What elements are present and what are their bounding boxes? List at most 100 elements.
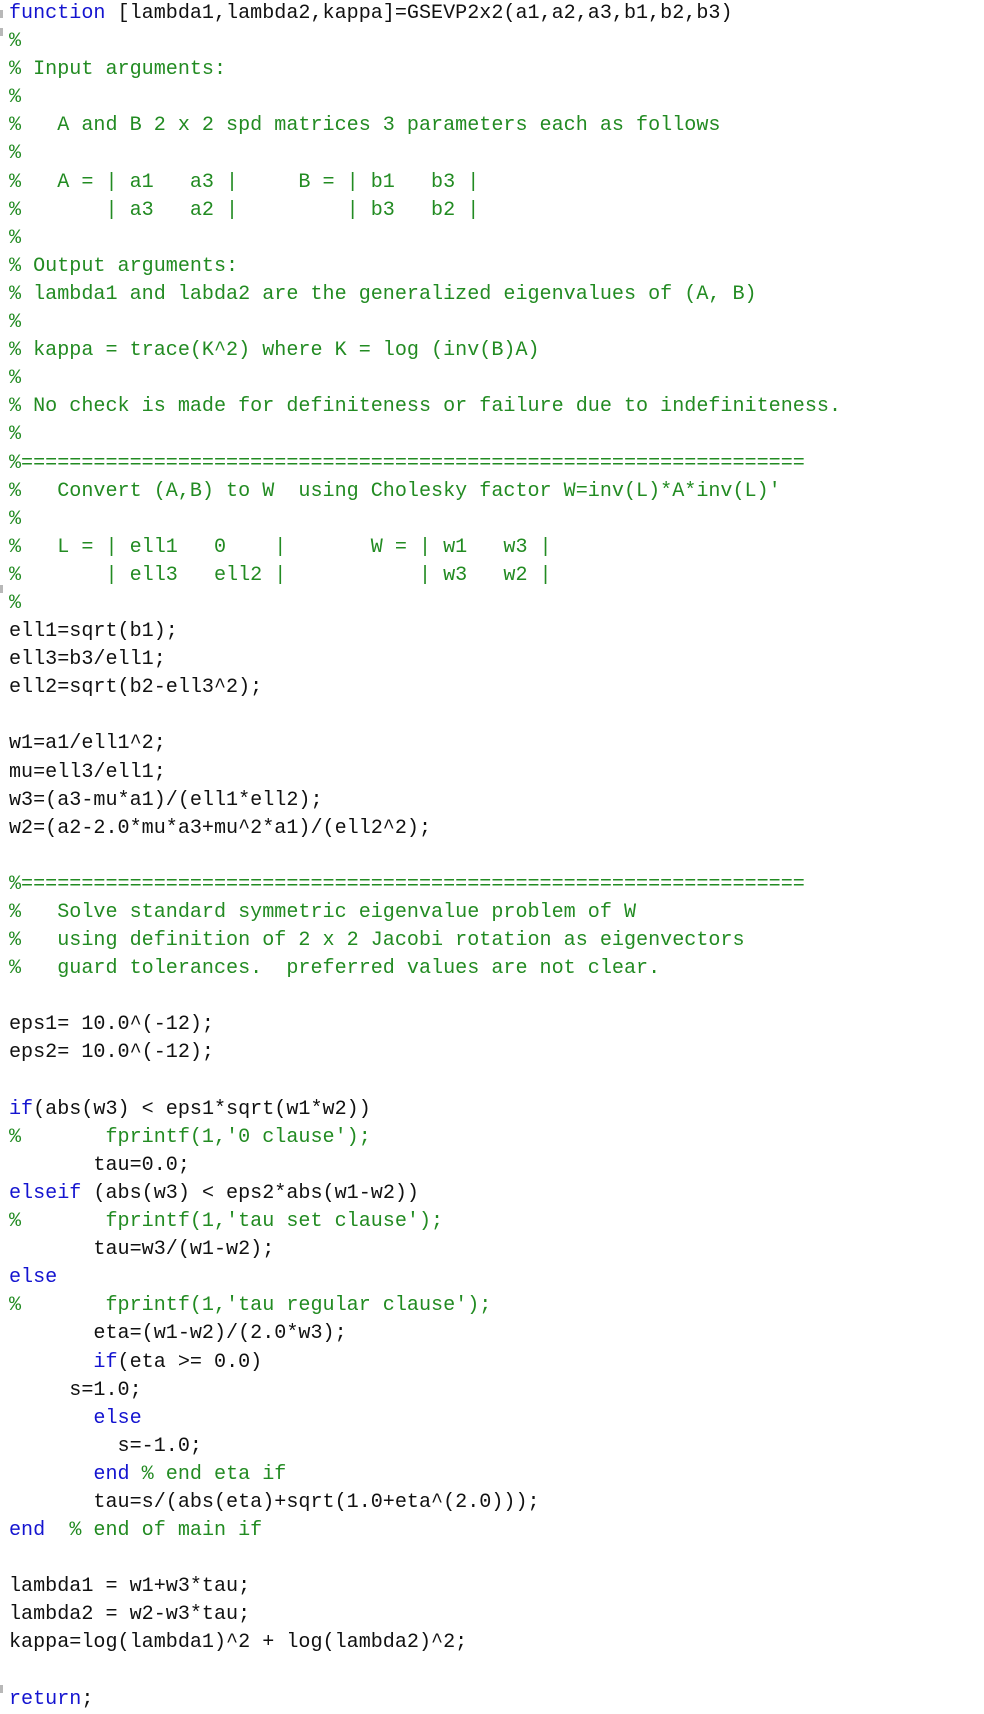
code-line[interactable]: % bbox=[9, 140, 841, 168]
code-line[interactable] bbox=[9, 702, 841, 730]
code-line[interactable]: % bbox=[9, 421, 841, 449]
code-line[interactable]: function [lambda1,lambda2,kappa]=GSEVP2x… bbox=[9, 0, 841, 28]
code-line[interactable]: kappa=log(lambda1)^2 + log(lambda2)^2; bbox=[9, 1629, 841, 1657]
code-line[interactable]: eta=(w1-w2)/(2.0*w3); bbox=[9, 1320, 841, 1348]
comment-token: % end of main if bbox=[69, 1519, 263, 1543]
code-token: w3=(a3-mu*a1)/(ell1*ell2); bbox=[9, 788, 323, 812]
code-line[interactable]: return; bbox=[9, 1686, 841, 1714]
comment-token: % bbox=[9, 423, 22, 447]
code-token: ell3=b3/ell1; bbox=[9, 648, 166, 672]
code-line[interactable]: % | ell3 ell2 | | w3 w2 | bbox=[9, 562, 841, 590]
code-line[interactable]: tau=w3/(w1-w2); bbox=[9, 1236, 841, 1264]
comment-token: % bbox=[9, 226, 22, 250]
comment-token: % | ell3 ell2 | | w3 w2 | bbox=[9, 563, 552, 587]
code-line[interactable]: % Convert (A,B) to W using Cholesky fact… bbox=[9, 478, 841, 506]
code-token: ell1=sqrt(b1); bbox=[9, 620, 178, 644]
code-line[interactable]: %=======================================… bbox=[9, 450, 841, 478]
keyword-token: if bbox=[9, 1097, 34, 1121]
code-token: s=1.0; bbox=[9, 1378, 142, 1402]
code-line[interactable] bbox=[9, 1545, 841, 1573]
code-line[interactable]: % bbox=[9, 28, 841, 56]
code-line[interactable]: ell1=sqrt(b1); bbox=[9, 618, 841, 646]
comment-token: % bbox=[9, 86, 22, 110]
code-line[interactable]: mu=ell3/ell1; bbox=[9, 759, 841, 787]
comment-token: % using definition of 2 x 2 Jacobi rotat… bbox=[9, 929, 745, 953]
code-line[interactable]: ell2=sqrt(b2-ell3^2); bbox=[9, 674, 841, 702]
code-line[interactable] bbox=[9, 843, 841, 871]
comment-token: % fprintf(1,'tau regular clause'); bbox=[9, 1294, 492, 1318]
fold-marker-icon[interactable] bbox=[0, 585, 3, 593]
code-line[interactable]: s=-1.0; bbox=[9, 1433, 841, 1461]
code-line[interactable]: % guard tolerances. preferred values are… bbox=[9, 955, 841, 983]
code-line[interactable]: % A and B 2 x 2 spd matrices 3 parameter… bbox=[9, 112, 841, 140]
code-line[interactable]: % kappa = trace(K^2) where K = log (inv(… bbox=[9, 337, 841, 365]
keyword-token: if bbox=[93, 1350, 118, 1374]
code-line[interactable]: % L = | ell1 0 | W = | w1 w3 | bbox=[9, 534, 841, 562]
code-token: eps2= 10.0^(-12); bbox=[9, 1041, 214, 1065]
code-line[interactable]: % A = | a1 a3 | B = | b1 b3 | bbox=[9, 169, 841, 197]
keyword-token: function bbox=[9, 2, 106, 25]
code-line[interactable] bbox=[9, 1658, 841, 1686]
fold-marker-icon[interactable] bbox=[0, 1685, 3, 1693]
code-line[interactable]: % fprintf(1,'0 clause'); bbox=[9, 1124, 841, 1152]
comment-token: % Input arguments: bbox=[9, 58, 227, 82]
code-line[interactable] bbox=[9, 983, 841, 1011]
code-token: (abs(w3) < eps1*sqrt(w1*w2)) bbox=[33, 1097, 371, 1121]
code-line[interactable]: w2=(a2-2.0*mu*a3+mu^2*a1)/(ell2^2); bbox=[9, 815, 841, 843]
code-text-area[interactable]: function [lambda1,lambda2,kappa]=GSEVP2x… bbox=[9, 0, 841, 1714]
code-line[interactable]: % Output arguments: bbox=[9, 253, 841, 281]
comment-token: % A and B 2 x 2 spd matrices 3 parameter… bbox=[9, 114, 721, 138]
code-token: s=-1.0; bbox=[9, 1434, 202, 1458]
fold-marker-icon[interactable] bbox=[0, 28, 3, 36]
comment-token: % fprintf(1,'tau set clause'); bbox=[9, 1210, 444, 1234]
code-token: kappa=log(lambda1)^2 + log(lambda2)^2; bbox=[9, 1631, 468, 1655]
code-line[interactable]: end % end eta if bbox=[9, 1461, 841, 1489]
code-token: tau=w3/(w1-w2); bbox=[9, 1238, 275, 1262]
code-line[interactable]: % fprintf(1,'tau regular clause'); bbox=[9, 1292, 841, 1320]
code-line[interactable]: %=======================================… bbox=[9, 871, 841, 899]
code-line[interactable]: tau=s/(abs(eta)+sqrt(1.0+eta^(2.0))); bbox=[9, 1489, 841, 1517]
code-line[interactable]: % bbox=[9, 590, 841, 618]
code-line[interactable]: if(abs(w3) < eps1*sqrt(w1*w2)) bbox=[9, 1096, 841, 1124]
code-line[interactable]: % Solve standard symmetric eigenvalue pr… bbox=[9, 899, 841, 927]
code-token: (eta >= 0.0) bbox=[117, 1350, 263, 1374]
code-line[interactable]: else bbox=[9, 1264, 841, 1292]
code-line[interactable]: % No check is made for definiteness or f… bbox=[9, 393, 841, 421]
code-line[interactable]: % bbox=[9, 84, 841, 112]
code-line[interactable]: % using definition of 2 x 2 Jacobi rotat… bbox=[9, 927, 841, 955]
code-line[interactable]: w3=(a3-mu*a1)/(ell1*ell2); bbox=[9, 787, 841, 815]
code-editor[interactable]: function [lambda1,lambda2,kappa]=GSEVP2x… bbox=[0, 0, 984, 1711]
code-line[interactable]: % bbox=[9, 365, 841, 393]
code-token: w1=a1/ell1^2; bbox=[9, 732, 166, 756]
code-line[interactable] bbox=[9, 1068, 841, 1096]
code-line[interactable]: % lambda1 and labda2 are the generalized… bbox=[9, 281, 841, 309]
code-line[interactable]: end % end of main if bbox=[9, 1517, 841, 1545]
comment-token: %=======================================… bbox=[9, 872, 805, 896]
code-line[interactable]: eps2= 10.0^(-12); bbox=[9, 1039, 841, 1067]
code-line[interactable]: lambda2 = w2-w3*tau; bbox=[9, 1601, 841, 1629]
code-line[interactable]: % | a3 a2 | | b3 b2 | bbox=[9, 197, 841, 225]
keyword-token: end bbox=[93, 1462, 130, 1486]
keyword-token: end bbox=[9, 1519, 46, 1543]
code-line[interactable]: % Input arguments: bbox=[9, 56, 841, 84]
code-line[interactable]: % bbox=[9, 225, 841, 253]
comment-token: % Output arguments: bbox=[9, 254, 239, 278]
code-line[interactable]: elseif (abs(w3) < eps2*abs(w1-w2)) bbox=[9, 1180, 841, 1208]
code-line[interactable]: lambda1 = w1+w3*tau; bbox=[9, 1573, 841, 1601]
code-line[interactable]: % bbox=[9, 309, 841, 337]
code-line[interactable]: % fprintf(1,'tau set clause'); bbox=[9, 1208, 841, 1236]
code-line[interactable]: w1=a1/ell1^2; bbox=[9, 730, 841, 758]
code-token: (abs(w3) < eps2*abs(w1-w2)) bbox=[81, 1181, 419, 1205]
fold-marker-icon[interactable] bbox=[0, 10, 3, 18]
code-line[interactable]: s=1.0; bbox=[9, 1377, 841, 1405]
code-token: eta=(w1-w2)/(2.0*w3); bbox=[9, 1322, 347, 1346]
code-line[interactable]: % bbox=[9, 506, 841, 534]
code-line[interactable]: tau=0.0; bbox=[9, 1152, 841, 1180]
code-line[interactable]: ell3=b3/ell1; bbox=[9, 646, 841, 674]
code-line[interactable]: else bbox=[9, 1405, 841, 1433]
code-line[interactable]: eps1= 10.0^(-12); bbox=[9, 1011, 841, 1039]
code-line[interactable]: if(eta >= 0.0) bbox=[9, 1349, 841, 1377]
